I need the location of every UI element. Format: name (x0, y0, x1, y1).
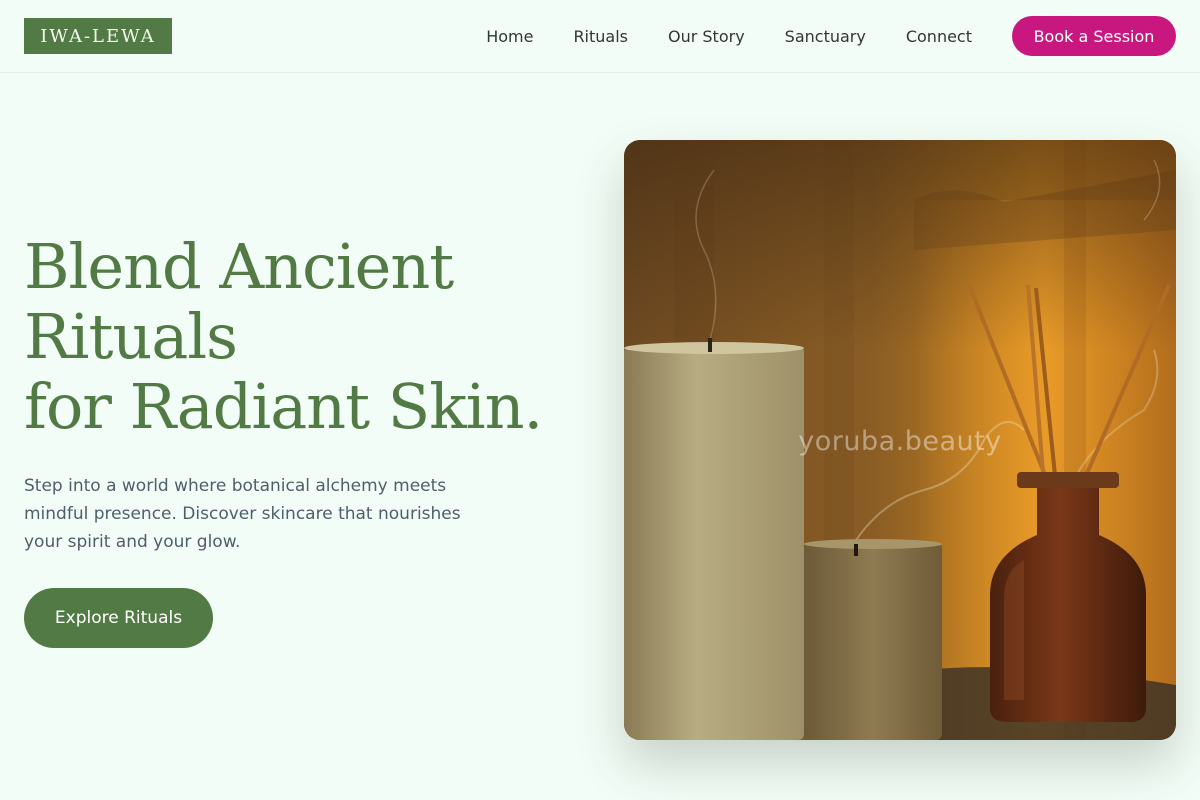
nav-connect[interactable]: Connect (906, 27, 972, 46)
main-nav: Home Rituals Our Story Sanctuary Connect… (486, 0, 1176, 72)
nav-rituals[interactable]: Rituals (573, 27, 628, 46)
nav-home[interactable]: Home (486, 27, 533, 46)
hero-title-line: for Radiant Skin. (24, 370, 543, 443)
nav-sanctuary[interactable]: Sanctuary (785, 27, 866, 46)
site-header: IWA-LEWA Home Rituals Our Story Sanctuar… (0, 0, 1200, 73)
hero-title-line: Rituals (24, 300, 238, 373)
hero-image: yoruba.beauty (624, 140, 1176, 740)
image-watermark: yoruba.beauty (798, 426, 1002, 457)
explore-rituals-button[interactable]: Explore Rituals (24, 588, 213, 648)
book-session-button[interactable]: Book a Session (1012, 16, 1176, 56)
logo[interactable]: IWA-LEWA (24, 18, 172, 54)
hero-description: Step into a world where botanical alchem… (24, 476, 461, 552)
hero-title-line: Blend Ancient (24, 230, 454, 303)
hero-title: Blend Ancient Rituals for Radiant Skin. (24, 232, 604, 442)
nav-our-story[interactable]: Our Story (668, 27, 745, 46)
